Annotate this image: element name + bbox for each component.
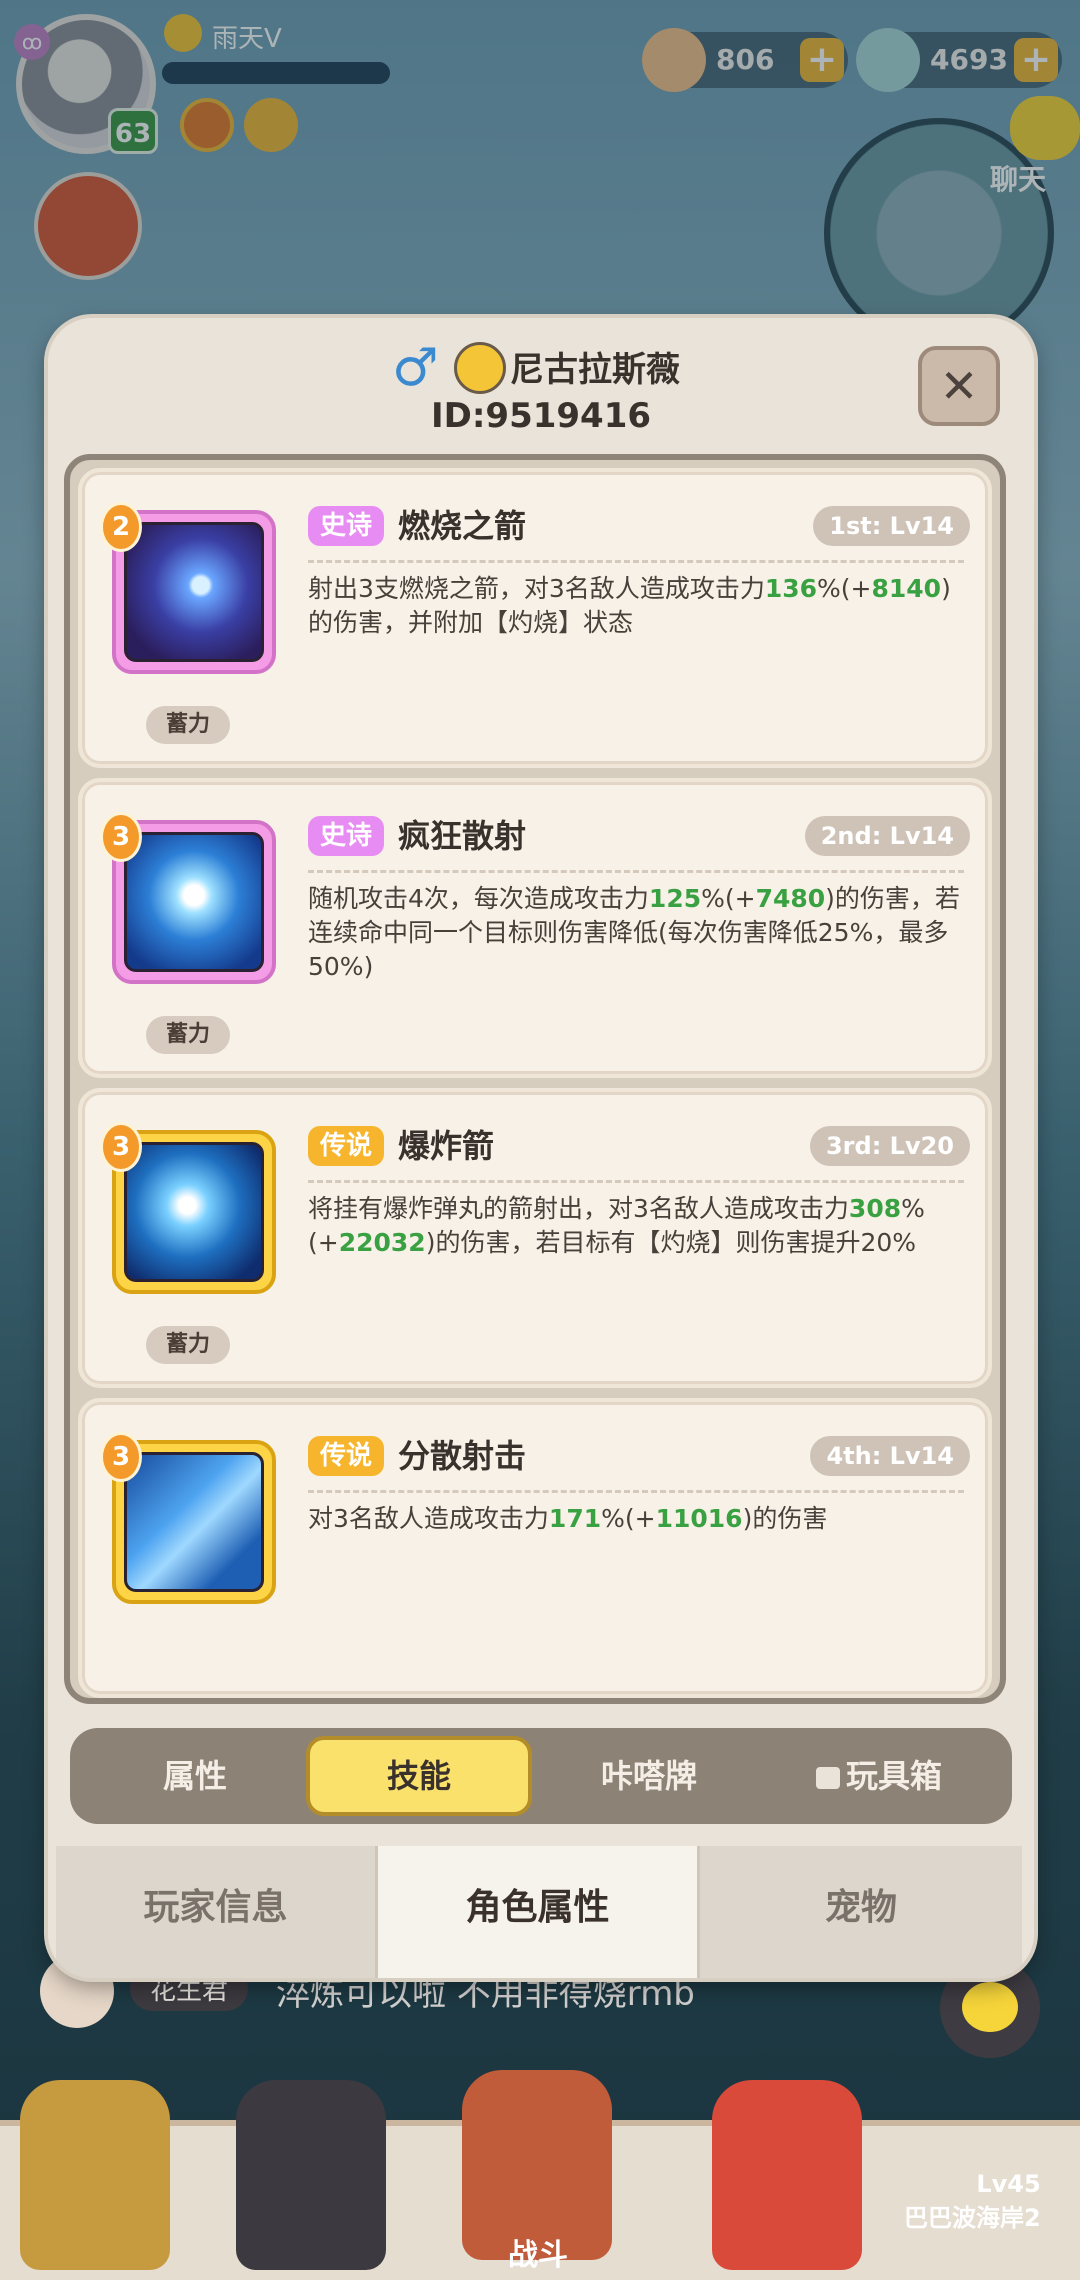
sub-tabs: 属性 技能 咔嗒牌 玩具箱 — [70, 1728, 1012, 1824]
player-name: 尼古拉斯薇 — [510, 350, 680, 390]
tab-cards[interactable]: 咔嗒牌 — [536, 1736, 762, 1816]
scatter-shot-icon — [124, 832, 264, 972]
skill-list[interactable]: 2 蓄力 史诗 燃烧之箭 1st: Lv14 射出3支燃烧之箭，对3名敌人造成攻… — [64, 454, 1006, 1704]
explosive-arrow-icon — [124, 1142, 264, 1282]
charge-tag: 蓄力 — [146, 1016, 230, 1054]
spread-shot-icon — [124, 1452, 264, 1592]
main-tabs: 玩家信息 角色属性 宠物 — [56, 1846, 1026, 1978]
locked-stage[interactable]: Lv45 巴巴波海岸2 — [904, 2170, 1041, 2233]
tab-toybox-label: 玩具箱 — [845, 1757, 942, 1795]
tab-skills[interactable]: 技能 — [306, 1736, 532, 1816]
rarity-badge: 传说 — [308, 1436, 385, 1476]
locked-stage-name: 巴巴波海岸2 — [904, 2204, 1041, 2232]
skill-slot-tag: 4th: Lv14 — [810, 1436, 970, 1476]
skill-description: 随机攻击4次，每次造成攻击力125%(+7480)的伤害，若连续命中同一个目标则… — [308, 884, 960, 981]
divider — [308, 560, 964, 563]
hero-icon[interactable] — [20, 2080, 170, 2270]
skill-name: 分散射击 — [398, 1437, 527, 1475]
gender-male-icon: ♂ — [392, 338, 439, 398]
divider — [308, 870, 964, 873]
charge-tag: 蓄力 — [146, 1326, 230, 1364]
pet-icon[interactable] — [712, 2080, 862, 2270]
panel-header: ♂ 尼古拉斯薇 ID:9519416 ✕ — [48, 318, 1034, 450]
skill-level-badge: 3 — [100, 812, 142, 862]
tab-pets[interactable]: 宠物 — [700, 1846, 1022, 1978]
divider — [308, 1180, 964, 1183]
face-emoji-icon — [454, 342, 506, 394]
skill-slot-tag: 2nd: Lv14 — [804, 816, 970, 856]
battle-label[interactable]: 战斗 — [508, 2230, 568, 2274]
lock-icon — [815, 1767, 840, 1789]
rarity-badge: 传说 — [308, 1126, 385, 1166]
skill-name: 爆炸箭 — [398, 1127, 495, 1165]
charge-tag: 蓄力 — [146, 706, 230, 744]
skill-name: 疯狂散射 — [398, 817, 527, 855]
player-info-panel: ♂ 尼古拉斯薇 ID:9519416 ✕ 2 蓄力 史诗 燃烧之箭 1st: L… — [48, 318, 1034, 1978]
skill-slot-tag: 1st: Lv14 — [813, 506, 970, 546]
rarity-badge: 史诗 — [308, 506, 385, 546]
skill-slot-tag: 3rd: Lv20 — [809, 1126, 970, 1166]
skill-description: 将挂有爆炸弹丸的箭射出，对3名敌人造成攻击力308%(+22032)的伤害，若目… — [308, 1194, 925, 1257]
tab-toybox[interactable]: 玩具箱 — [766, 1736, 992, 1816]
skill-description: 对3名敌人造成攻击力171%(+11016)的伤害 — [308, 1504, 828, 1533]
skill-level-badge: 3 — [100, 1432, 142, 1482]
burning-arrow-icon — [124, 522, 264, 662]
close-button[interactable]: ✕ — [918, 346, 1000, 426]
rarity-badge: 史诗 — [308, 816, 385, 856]
divider — [308, 1490, 964, 1493]
skill-card[interactable]: 3 传说 分散射击 4th: Lv14 对3名敌人造成攻击力171%(+1101… — [78, 1398, 992, 1698]
player-id: ID:9519416 — [430, 396, 652, 436]
skill-name: 燃烧之箭 — [398, 507, 527, 545]
hero-icon[interactable] — [236, 2080, 386, 2270]
tab-attributes[interactable]: 属性 — [82, 1736, 308, 1816]
locked-level: Lv45 — [976, 2170, 1041, 2198]
tab-character-attributes[interactable]: 角色属性 — [378, 1846, 700, 1978]
skill-card[interactable]: 3 蓄力 传说 爆炸箭 3rd: Lv20 将挂有爆炸弹丸的箭射出，对3名敌人造… — [78, 1088, 992, 1388]
skill-level-badge: 2 — [100, 502, 142, 552]
tab-player-info[interactable]: 玩家信息 — [56, 1846, 378, 1978]
skill-card[interactable]: 2 蓄力 史诗 燃烧之箭 1st: Lv14 射出3支燃烧之箭，对3名敌人造成攻… — [78, 468, 992, 768]
skill-description: 射出3支燃烧之箭，对3名敌人造成攻击力136%(+8140)的伤害，并附加【灼烧… — [308, 574, 951, 637]
skill-card[interactable]: 3 蓄力 史诗 疯狂散射 2nd: Lv14 随机攻击4次，每次造成攻击力125… — [78, 778, 992, 1078]
skill-level-badge: 3 — [100, 1122, 142, 1172]
